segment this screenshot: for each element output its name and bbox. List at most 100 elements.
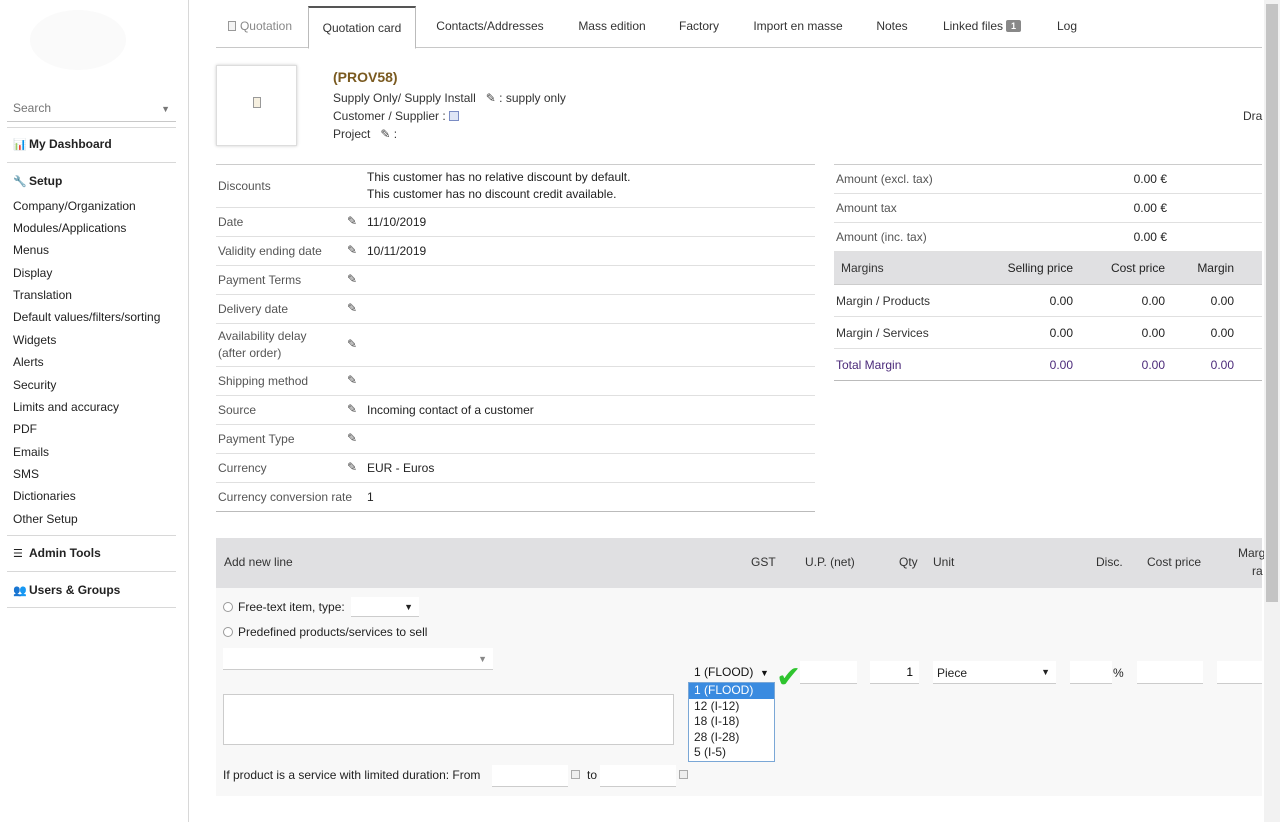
project-value: :: [393, 127, 398, 141]
sidebar-item-setup[interactable]: SMS: [13, 467, 39, 481]
pencil-icon[interactable]: ✎: [347, 214, 357, 228]
gst-select[interactable]: 1 (FLOOD) ▼: [694, 665, 769, 679]
free-text-option[interactable]: Free-text item, type:: [223, 600, 345, 614]
predefined-option[interactable]: Predefined products/services to sell: [223, 625, 427, 639]
search-box[interactable]: ▼: [7, 98, 176, 122]
currency-label: Currency: [218, 461, 267, 475]
pencil-icon[interactable]: ✎: [347, 272, 357, 286]
margin-value: 0.00: [1210, 358, 1234, 372]
tab-log[interactable]: Log: [1046, 6, 1088, 48]
margin-value: 0.00: [1210, 326, 1234, 340]
menu-dashboard[interactable]: 📊 My Dashboard: [13, 137, 112, 151]
tab-notes[interactable]: Notes: [866, 6, 918, 48]
unit-price-header: U.P. (net): [805, 555, 855, 569]
sidebar-item-setup[interactable]: Widgets: [13, 333, 56, 347]
qty-input[interactable]: [870, 661, 919, 684]
amount-inc-value: 0.00 €: [1133, 230, 1167, 244]
margin-rate-input[interactable]: [1217, 661, 1262, 684]
divider: [7, 162, 176, 163]
service-from-date[interactable]: [492, 765, 568, 787]
gst-option[interactable]: 18 (I-18): [689, 714, 774, 730]
sidebar-item-setup[interactable]: Alerts: [13, 355, 44, 369]
sidebar-item-setup[interactable]: Menus: [13, 243, 49, 257]
margins-header-label: Margins: [841, 261, 884, 275]
tab-factory[interactable]: Factory: [668, 6, 730, 48]
sidebar-item-setup[interactable]: Security: [13, 378, 56, 392]
tab-linked-files[interactable]: Linked files 1: [932, 6, 1032, 48]
pencil-icon[interactable]: ✎: [347, 243, 357, 257]
sidebar-item-setup[interactable]: Default values/filters/sorting: [13, 310, 160, 324]
pencil-icon[interactable]: ✎: [486, 91, 496, 105]
calendar-icon[interactable]: [679, 770, 688, 779]
pencil-icon[interactable]: ✎: [347, 431, 357, 445]
divider: [7, 127, 176, 128]
menu-setup-label: Setup: [29, 174, 63, 188]
menu-users-groups[interactable]: 👥 Users & Groups: [13, 583, 120, 597]
calendar-icon[interactable]: [571, 770, 580, 779]
row-source: Source ✎ Incoming contact of a customer: [216, 396, 815, 425]
company-logo[interactable]: [28, 0, 138, 80]
tab-contacts[interactable]: Contacts/Addresses: [424, 6, 556, 48]
tab-mass-edition[interactable]: Mass edition: [568, 6, 656, 48]
row-availability: Availability delay (after order) ✎: [216, 324, 815, 367]
sidebar-item-setup[interactable]: Limits and accuracy: [13, 400, 119, 414]
sidebar-item-setup[interactable]: Dictionaries: [13, 489, 76, 503]
pencil-icon[interactable]: ✎: [347, 337, 357, 351]
building-icon[interactable]: [449, 111, 460, 121]
pencil-icon[interactable]: ✎: [347, 373, 357, 387]
tab-label: Quotation: [239, 19, 293, 33]
menu-admin-tools[interactable]: ☰ Admin Tools: [13, 546, 101, 560]
sidebar-item-setup[interactable]: Company/Organization: [13, 199, 136, 213]
margin-rate-header: Marg: [1238, 546, 1266, 560]
selling-price-value: 0.00: [1049, 294, 1073, 308]
gst-option[interactable]: 12 (I-12): [689, 699, 774, 715]
search-input[interactable]: [7, 98, 147, 118]
gst-option[interactable]: 5 (I-5): [689, 745, 774, 761]
chevron-down-icon[interactable]: ▼: [161, 104, 170, 114]
pencil-icon[interactable]: ✎: [347, 460, 357, 474]
unit-price-input[interactable]: [800, 661, 857, 684]
tab-quotation[interactable]: Quotation: [220, 6, 300, 48]
product-select[interactable]: ▼: [223, 648, 493, 670]
sidebar: ▼ 📊My Dashboard 🔧Setup Company/Organizat…: [0, 0, 189, 822]
sidebar-item-setup[interactable]: Translation: [13, 288, 72, 302]
menu-users-groups-label: Users & Groups: [29, 583, 121, 597]
margin-row-services: Margin / Services 0.00 0.00 0.00: [834, 317, 1262, 349]
sidebar-item-setup[interactable]: PDF: [13, 422, 37, 436]
discount-input[interactable]: [1070, 661, 1112, 684]
margin-rate-header-2: ra: [1252, 564, 1263, 578]
tab-quotation-card[interactable]: Quotation card: [308, 6, 416, 49]
radio-free-text[interactable]: [223, 602, 233, 612]
tab-import[interactable]: Import en masse: [742, 6, 854, 48]
free-text-type-select[interactable]: ▼: [351, 597, 419, 617]
row-amount-inc: Amount (inc. tax) 0.00 €: [834, 223, 1262, 252]
gst-option[interactable]: 28 (I-28): [689, 730, 774, 746]
divider: [7, 535, 176, 536]
service-to-date[interactable]: [600, 765, 676, 787]
cost-price-input[interactable]: [1137, 661, 1203, 684]
project-label: Project: [333, 127, 371, 141]
sidebar-item-setup[interactable]: Other Setup: [13, 512, 78, 526]
project-line: Project ✎ :: [333, 127, 397, 141]
gst-options-list[interactable]: 1 (FLOOD) 12 (I-12) 18 (I-18) 28 (I-28) …: [688, 682, 775, 762]
row-validity: Validity ending date ✎ 10/11/2019: [216, 237, 815, 266]
pencil-icon[interactable]: ✎: [380, 127, 390, 141]
menu-setup[interactable]: 🔧 Setup: [13, 174, 62, 188]
sidebar-item-setup[interactable]: Modules/Applications: [13, 221, 126, 235]
count-badge: 1: [1006, 20, 1022, 32]
pencil-icon[interactable]: ✎: [347, 301, 357, 315]
scrollbar-thumb[interactable]: [1266, 4, 1278, 602]
row-currency: Currency ✎ EUR - Euros: [216, 454, 815, 483]
pencil-icon[interactable]: ✎: [347, 402, 357, 416]
sidebar-item-setup[interactable]: Display: [13, 266, 52, 280]
unit-select[interactable]: Piece ▼: [933, 661, 1056, 684]
sidebar-item-setup[interactable]: Emails: [13, 445, 49, 459]
description-textarea[interactable]: [223, 694, 674, 745]
tab-label: Linked files: [942, 19, 1004, 33]
gst-option[interactable]: 1 (FLOOD): [689, 683, 774, 699]
availability-sublabel: (after order): [218, 346, 282, 360]
tab-label: Quotation card: [322, 21, 402, 35]
tab-label: Notes: [876, 19, 908, 33]
document-thumbnail[interactable]: [216, 65, 297, 146]
radio-predefined[interactable]: [223, 627, 233, 637]
